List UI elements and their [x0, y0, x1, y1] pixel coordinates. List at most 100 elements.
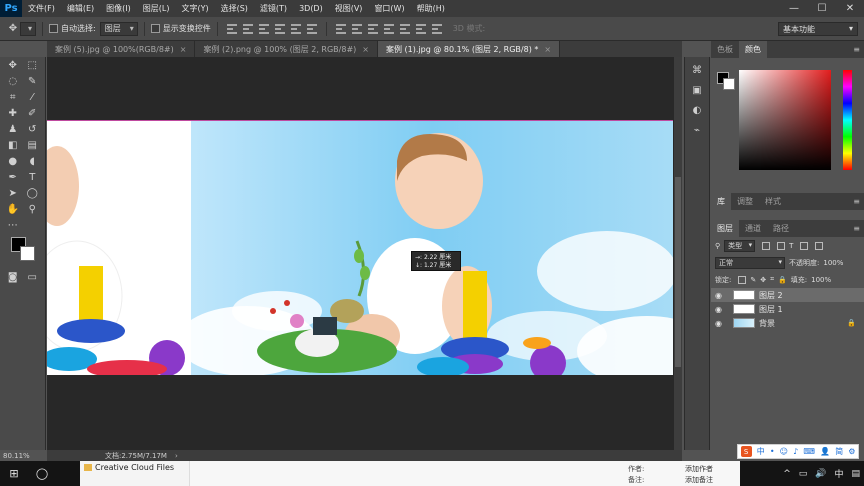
marquee-tool-icon[interactable]: ⬚ — [25, 58, 39, 72]
ellipse-tool-icon[interactable]: ◯ — [25, 186, 39, 200]
hand-tool-icon[interactable]: ✋ — [6, 202, 20, 216]
align-left-icon[interactable] — [274, 23, 285, 34]
zoom-readout[interactable]: 80.11% — [3, 450, 47, 461]
paths-panel-icon[interactable]: ⌁ — [690, 123, 704, 137]
align-hcenter-icon[interactable] — [290, 23, 301, 34]
eye-icon[interactable]: ◉ — [715, 291, 727, 300]
ime-voice-icon[interactable]: ♪ — [793, 447, 798, 456]
fill-value[interactable]: 100% — [811, 276, 831, 284]
move-tool-icon[interactable]: ✥ — [6, 22, 20, 36]
filter-shape-icon[interactable] — [800, 241, 809, 250]
adjustments-panel-icon[interactable]: ◐ — [690, 103, 704, 117]
vertical-scrollbar[interactable] — [674, 57, 682, 450]
lock-position-icon[interactable]: ✥ — [760, 276, 766, 284]
align-vcenter-icon[interactable] — [242, 23, 253, 34]
eraser-tool-icon[interactable]: ◧ — [6, 138, 20, 152]
menu-type[interactable]: 文字(Y) — [175, 3, 214, 14]
crop-tool-icon[interactable]: ⌗ — [6, 90, 20, 104]
move-tool-icon[interactable]: ✥ — [6, 58, 20, 72]
panel-menu-icon[interactable]: ≡ — [853, 197, 860, 206]
quick-mask-icon[interactable]: ◙ — [6, 270, 20, 284]
panel-menu-icon[interactable]: ≡ — [853, 45, 860, 54]
scrollbar-thumb[interactable] — [675, 177, 681, 367]
lasso-tool-icon[interactable]: ◌ — [6, 74, 20, 88]
distribute-bottom-icon[interactable] — [367, 23, 378, 34]
canvas-area[interactable]: →: 2.22 厘米 ↓: 1.27 厘米 — [47, 57, 674, 450]
layer-item[interactable]: ◉ 背景 🔒 — [711, 316, 864, 330]
tab-styles[interactable]: 样式 — [759, 193, 787, 210]
eye-icon[interactable]: ◉ — [715, 319, 727, 328]
ime-simplified[interactable]: 简 — [835, 446, 843, 457]
ime-keyboard-icon[interactable]: ⌨ — [803, 447, 815, 456]
show-transform-checkbox[interactable] — [150, 24, 160, 33]
close-button[interactable]: ✕ — [836, 0, 864, 17]
tab-layers[interactable]: 图层 — [711, 220, 739, 237]
tray-volume-icon[interactable]: 🔊 — [811, 469, 830, 479]
opacity-value[interactable]: 100% — [823, 259, 843, 267]
screen-mode-icon[interactable]: ▭ — [25, 270, 39, 284]
maximize-button[interactable]: ☐ — [808, 0, 836, 17]
menu-edit[interactable]: 编辑(E) — [61, 3, 100, 14]
background-color[interactable] — [20, 246, 35, 261]
blur-tool-icon[interactable]: ● — [6, 154, 20, 168]
tab-close-icon[interactable]: × — [180, 45, 187, 54]
status-menu-arrow-icon[interactable]: › — [175, 452, 178, 460]
auto-select-dropdown[interactable]: 图层 — [99, 21, 138, 36]
tool-preset-picker[interactable] — [20, 21, 36, 36]
menu-file[interactable]: 文件(F) — [22, 3, 61, 14]
layer-item[interactable]: ◉ 图层 2 — [711, 288, 864, 302]
menu-select[interactable]: 选择(S) — [215, 3, 254, 14]
windows-start-icon[interactable]: ⊞ — [0, 461, 28, 486]
eye-icon[interactable]: ◉ — [715, 305, 727, 314]
auto-select-checkbox[interactable] — [49, 24, 58, 33]
workspace-dropdown[interactable]: 基本功能 — [778, 22, 858, 36]
cortana-icon[interactable]: ◯ — [28, 461, 56, 486]
tab-color[interactable]: 颜色 — [739, 41, 767, 58]
lock-all-icon[interactable]: 🔒 — [778, 276, 787, 284]
ime-emoji-icon[interactable]: ☺ — [780, 447, 788, 456]
panel-menu-icon[interactable]: ≡ — [853, 224, 860, 233]
menu-3d[interactable]: 3D(D) — [293, 4, 329, 13]
tab-libraries[interactable]: 库 — [711, 193, 731, 210]
layer-item[interactable]: ◉ 图层 1 — [711, 302, 864, 316]
menu-view[interactable]: 视图(V) — [329, 3, 369, 14]
quick-select-tool-icon[interactable]: ✎ — [25, 74, 39, 88]
tab-paths[interactable]: 路径 — [767, 220, 795, 237]
tab-adjustments[interactable]: 调整 — [731, 193, 759, 210]
blend-mode-dropdown[interactable]: 正常 — [715, 256, 785, 269]
minimize-button[interactable]: — — [780, 0, 808, 17]
distribute-hcenter-icon[interactable] — [399, 23, 410, 34]
filter-smart-icon[interactable] — [815, 241, 824, 250]
sogou-logo-icon[interactable]: S — [740, 446, 752, 457]
tray-ime-icon[interactable]: 中 — [830, 467, 847, 480]
brush-tool-icon[interactable]: ✐ — [25, 106, 39, 120]
tray-overflow-icon[interactable]: ^ — [779, 469, 795, 479]
author-value[interactable]: 添加作者 — [685, 464, 713, 474]
tab-close-icon[interactable]: × — [544, 45, 551, 54]
lock-artboard-icon[interactable]: ⌗ — [770, 275, 774, 284]
menu-image[interactable]: 图像(I) — [100, 3, 137, 14]
layer-filter-dropdown[interactable]: 类型 — [724, 239, 756, 252]
lock-transparent-icon[interactable] — [738, 275, 747, 284]
gradient-tool-icon[interactable]: ▤ — [25, 138, 39, 152]
tab-channels[interactable]: 通道 — [739, 220, 767, 237]
healing-brush-icon[interactable]: ✚ — [6, 106, 20, 120]
ime-settings-icon[interactable]: ⚙ — [848, 447, 855, 456]
clone-stamp-icon[interactable]: ♟ — [6, 122, 20, 136]
type-tool-icon[interactable]: T — [25, 170, 39, 184]
align-right-icon[interactable] — [306, 23, 317, 34]
menu-help[interactable]: 帮助(H) — [411, 3, 451, 14]
more-tools-icon[interactable]: ⋯ — [6, 218, 20, 232]
properties-panel-icon[interactable]: ▣ — [690, 83, 704, 97]
align-top-icon[interactable] — [226, 23, 237, 34]
distribute-top-icon[interactable] — [335, 23, 346, 34]
path-select-icon[interactable]: ➤ — [6, 186, 20, 200]
tab-swatches[interactable]: 色板 — [711, 41, 739, 58]
tray-notification-icon[interactable]: ▤ — [847, 469, 864, 479]
lock-pixels-icon[interactable]: ✎ — [750, 276, 756, 284]
history-brush-icon[interactable]: ↺ — [25, 122, 39, 136]
menu-filter[interactable]: 滤镜(T) — [254, 3, 293, 14]
menu-window[interactable]: 窗口(W) — [368, 3, 410, 14]
ime-punct-icon[interactable]: • — [770, 447, 775, 456]
tab-close-icon[interactable]: × — [362, 45, 369, 54]
